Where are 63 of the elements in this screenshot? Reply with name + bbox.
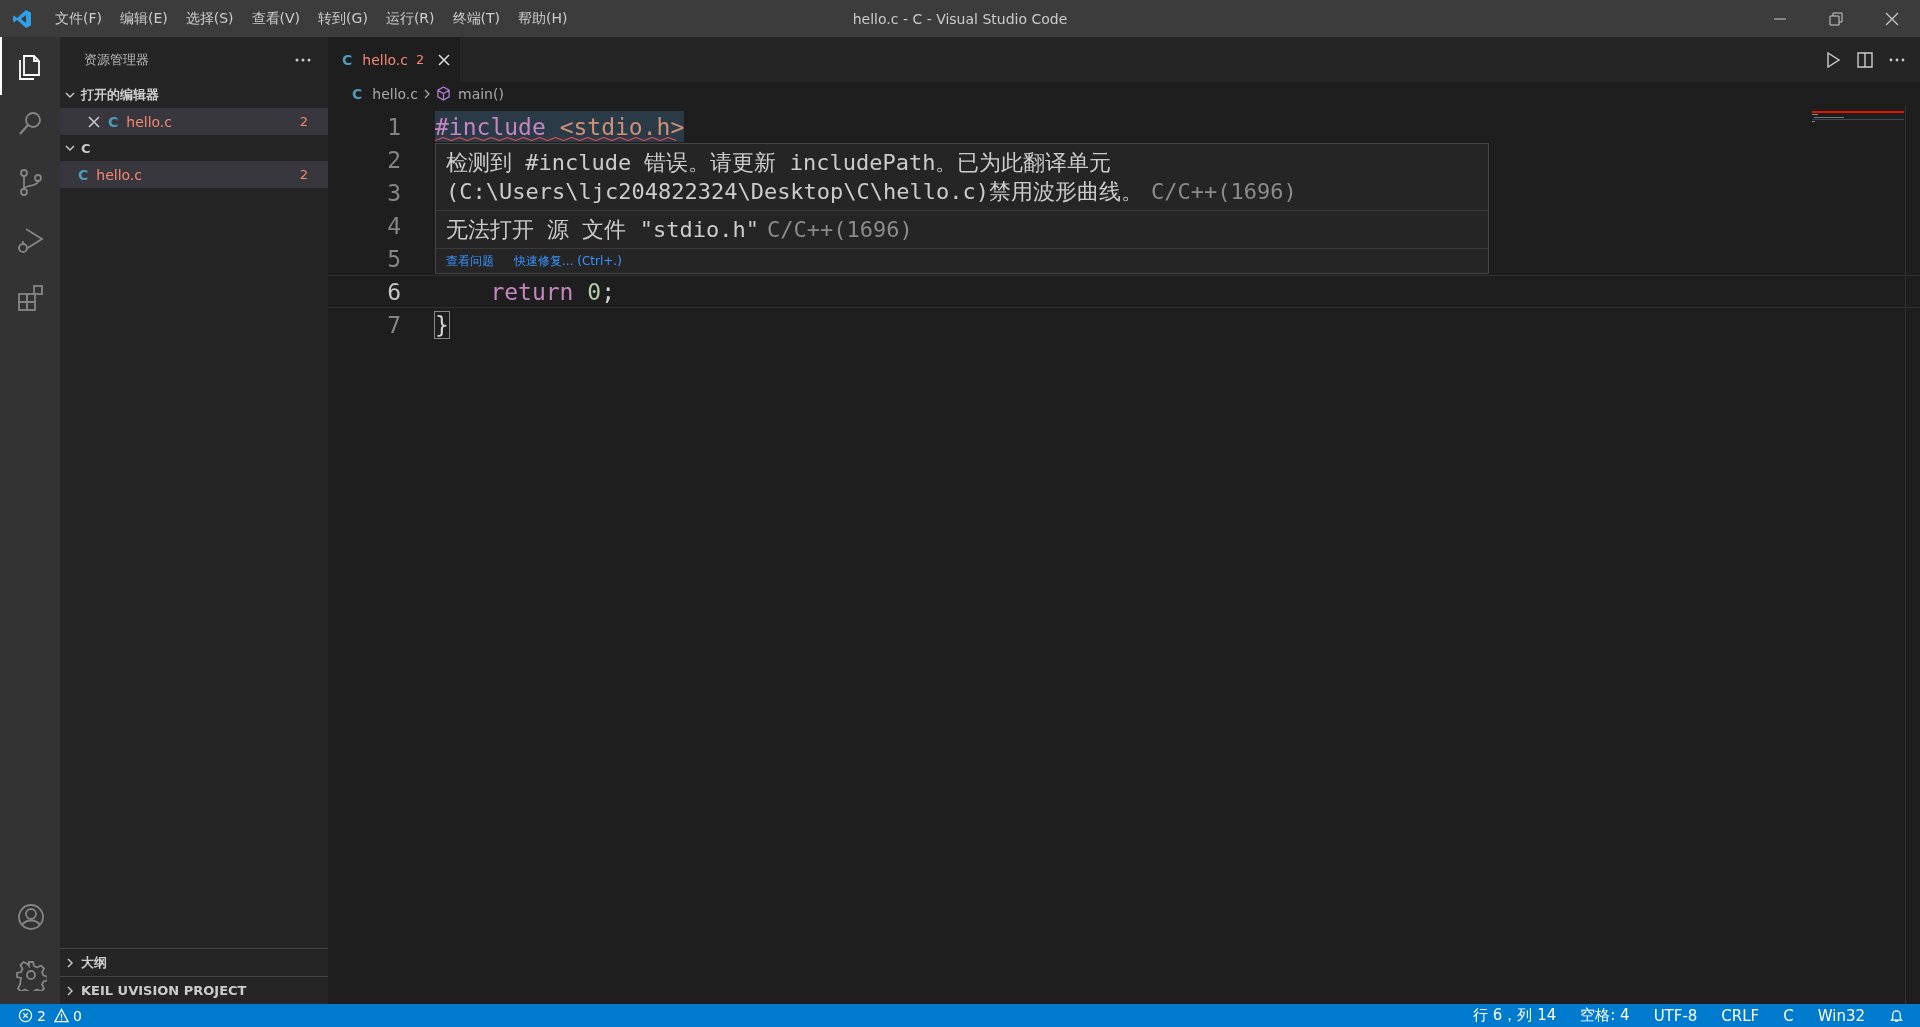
bell-icon[interactable] bbox=[1889, 1008, 1904, 1023]
file-item[interactable]: C hello.c 2 bbox=[60, 108, 328, 135]
close-icon[interactable] bbox=[1885, 11, 1899, 26]
breadcrumb-item[interactable]: main() bbox=[458, 85, 504, 102]
line-number: 2 bbox=[386, 146, 402, 175]
window-title: hello.c - C - Visual Studio Code bbox=[852, 10, 1068, 27]
status-item[interactable]: Win32 bbox=[1817, 1006, 1865, 1025]
status-item[interactable]: UTF-8 bbox=[1653, 1006, 1698, 1025]
problem-count: 2 bbox=[299, 114, 308, 129]
menu-item[interactable]: 转到(G) bbox=[309, 6, 377, 31]
close-icon[interactable] bbox=[88, 115, 100, 128]
menu-item[interactable]: 终端(T) bbox=[443, 6, 509, 31]
section-title[interactable]: KEIL UVISION PROJECT bbox=[81, 983, 247, 998]
menu-item[interactable]: 编辑(E) bbox=[111, 6, 177, 31]
file-type-icon: C bbox=[342, 51, 353, 68]
editor-tab[interactable]: C hello.c 2 bbox=[328, 37, 461, 82]
tab-title: hello.c bbox=[362, 51, 408, 68]
status-item[interactable]: C bbox=[1783, 1006, 1794, 1025]
error-message: 检测到 #include 错误。请更新 includePath。已为此翻译单元(C:\Users\ljc204822324\Desktop\C\hello.c)禁用波形曲线。 bbox=[446, 150, 1144, 204]
chevron-icon bbox=[422, 88, 432, 99]
error-source: C/C++(1696) bbox=[766, 217, 913, 242]
code-line: } bbox=[435, 311, 449, 340]
hover-action-link[interactable]: 快速修复... (Ctrl+.) bbox=[514, 251, 622, 271]
cube-icon bbox=[436, 86, 451, 101]
status-item[interactable]: CRLF bbox=[1721, 1006, 1760, 1025]
status-item[interactable]: 空格: 4 bbox=[1580, 1006, 1630, 1025]
warning-count[interactable]: 0 bbox=[53, 1007, 82, 1024]
split-editor-icon[interactable] bbox=[1856, 50, 1874, 69]
problem-count: 2 bbox=[416, 52, 425, 67]
status-item[interactable]: 行 6，列 14 bbox=[1473, 1006, 1557, 1025]
file-name: hello.c bbox=[126, 113, 173, 130]
problem-count: 2 bbox=[299, 167, 308, 182]
line-number: 4 bbox=[386, 212, 402, 241]
logo-icon bbox=[12, 8, 32, 29]
error-message: 无法打开 源 文件 "stdio.h" bbox=[446, 217, 759, 242]
close-icon[interactable] bbox=[438, 53, 451, 66]
run-icon[interactable] bbox=[1824, 50, 1842, 69]
menu-item[interactable]: 帮助(H) bbox=[509, 6, 577, 31]
section-title[interactable]: 打开的编辑器 bbox=[81, 86, 159, 104]
line-number: 7 bbox=[386, 311, 402, 340]
line-number: 3 bbox=[386, 179, 402, 208]
line-number: 5 bbox=[386, 245, 402, 274]
hover-action-link[interactable]: 查看问题 bbox=[446, 251, 494, 271]
section-title[interactable]: C bbox=[81, 140, 91, 156]
file-item[interactable]: C hello.c 2 bbox=[60, 161, 328, 188]
menu-item[interactable]: 查看(V) bbox=[242, 6, 310, 31]
section-title[interactable]: 大纲 bbox=[81, 953, 107, 972]
file-type-icon: C bbox=[78, 166, 89, 183]
file-type-icon: C bbox=[352, 85, 363, 102]
sidebar-title: 资源管理器 bbox=[84, 50, 149, 69]
menu-item[interactable]: 运行(R) bbox=[376, 6, 444, 31]
menu-item[interactable]: 选择(S) bbox=[176, 6, 243, 31]
line-number: 1 bbox=[386, 113, 402, 142]
line-number: 6 bbox=[386, 278, 402, 307]
breadcrumb-item[interactable]: hello.c bbox=[372, 85, 418, 102]
error-count[interactable]: 2 bbox=[18, 1007, 46, 1024]
more-icon[interactable] bbox=[294, 56, 312, 63]
code-line: return 0; bbox=[489, 278, 616, 307]
menu-item[interactable]: 文件(F) bbox=[46, 6, 111, 31]
file-type-icon: C bbox=[108, 113, 119, 130]
error-source: C/C++(1696) bbox=[1151, 179, 1297, 204]
restore-icon[interactable] bbox=[1829, 11, 1843, 26]
file-name: hello.c bbox=[96, 166, 143, 183]
